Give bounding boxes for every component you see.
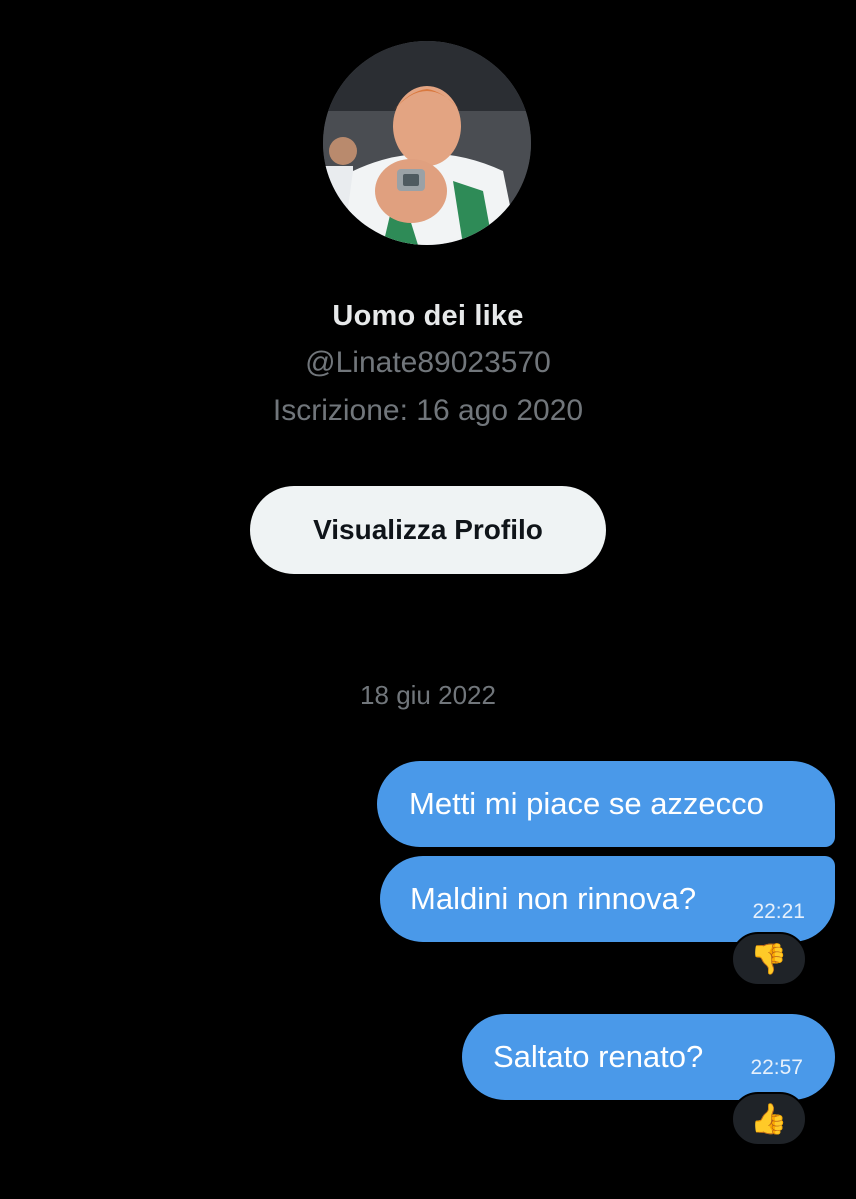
message-timestamp: 22:57: [750, 1056, 803, 1079]
message-text: Maldini non rinnova?: [410, 881, 697, 916]
message-text: Saltato renato?: [493, 1039, 704, 1074]
message-bubble[interactable]: Maldini non rinnova? 22:21: [380, 856, 835, 942]
message-bubble[interactable]: Metti mi piace se azzecco: [377, 761, 835, 847]
reaction-thumbs-up-icon[interactable]: 👍: [731, 1092, 807, 1146]
message-text: Metti mi piace se azzecco: [409, 786, 764, 821]
message-bubble[interactable]: Saltato renato? 22:57: [462, 1014, 835, 1100]
profile-avatar[interactable]: [323, 41, 531, 245]
display-name: Uomo dei like: [332, 300, 524, 332]
message-timestamp: 22:21: [752, 900, 805, 923]
avatar-photo: [323, 41, 531, 245]
view-profile-button[interactable]: Visualizza Profilo: [250, 486, 606, 574]
user-handle: @Linate89023570: [305, 346, 551, 379]
reaction-thumbs-down-icon[interactable]: 👎: [731, 932, 807, 986]
join-date: Iscrizione: 16 ago 2020: [272, 394, 584, 427]
date-separator: 18 giu 2022: [360, 680, 496, 710]
